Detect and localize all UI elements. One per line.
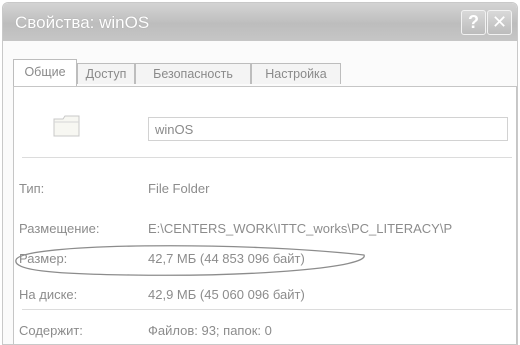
size-value: 42,7 МБ (44 853 096 байт) [148, 251, 305, 266]
type-label: Тип: [19, 181, 45, 196]
size-on-disk-value: 42,9 МБ (45 060 096 байт) [148, 287, 305, 302]
tab-security[interactable]: Безопасность [135, 63, 251, 84]
divider [22, 309, 512, 310]
type-value: File Folder [148, 181, 210, 196]
title-bar[interactable]: Свойства: winOS ? ✕ [3, 3, 517, 41]
divider [22, 157, 512, 158]
folder-icon [53, 115, 80, 137]
contains-label: Содержит: [19, 323, 83, 338]
location-value: E:\CENTERS_WORK\ITTC_works\PC_LITERACY\P [148, 221, 453, 236]
close-button[interactable]: ✕ [487, 10, 512, 35]
tab-general[interactable]: Общие [13, 59, 77, 86]
tab-customize[interactable]: Настройка [251, 63, 341, 84]
location-label: Размещение: [19, 221, 100, 236]
window-title: Свойства: winOS [15, 13, 150, 32]
tab-sharing[interactable]: Доступ [77, 63, 135, 84]
folder-name-input[interactable] [148, 117, 508, 141]
size-on-disk-label: На диске: [19, 287, 78, 302]
size-label: Размер: [19, 251, 68, 266]
help-button[interactable]: ? [461, 10, 486, 35]
contains-value: Файлов: 93; папок: 0 [148, 323, 272, 338]
properties-dialog: Свойства: winOS ? ✕ Общие Доступ Безопас… [2, 2, 518, 345]
tab-panel-general: Тип: File Folder Размещение: E:\CENTERS_… [13, 86, 517, 344]
